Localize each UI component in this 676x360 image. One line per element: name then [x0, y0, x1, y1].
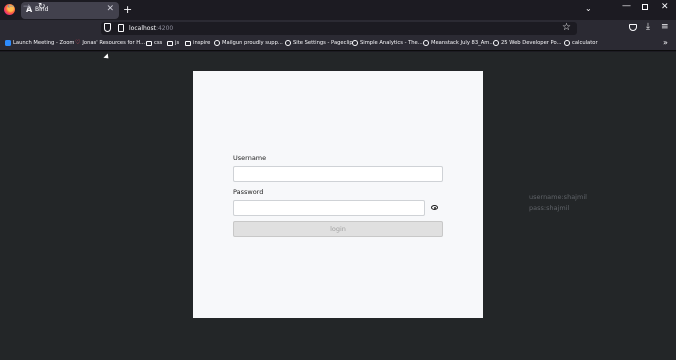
- chevrons-right-icon[interactable]: »: [663, 38, 668, 47]
- username-hint: username:shajmil: [529, 193, 587, 201]
- globe-icon: [564, 40, 570, 46]
- bookmark-folder[interactable]: css: [146, 40, 162, 46]
- bookmark-item[interactable]: Mailgun proudly supp...: [214, 40, 283, 46]
- bookmark-item[interactable]: 25 Web Developer Po...: [493, 40, 562, 46]
- password-hint: pass:shajmil: [529, 204, 570, 212]
- password-label: Password: [233, 188, 264, 196]
- back-icon[interactable]: ←: [7, 2, 15, 12]
- login-button[interactable]: login: [233, 221, 443, 237]
- window-close-icon[interactable]: ✕: [661, 2, 669, 12]
- bookmark-item[interactable]: Meanstack July 83_Am...: [423, 40, 494, 46]
- globe-icon: [214, 40, 220, 46]
- tab-bind[interactable]: A Bind ✕: [21, 2, 119, 19]
- bookmark-item[interactable]: Site Settings - Pageclip: [285, 40, 353, 46]
- bookmark-item[interactable]: ♡ Jonas' Resources for H...: [75, 39, 145, 47]
- bookmark-item[interactable]: calculator: [564, 40, 598, 46]
- username-input[interactable]: [233, 166, 443, 182]
- globe-icon: [493, 40, 499, 46]
- star-icon[interactable]: ☆: [562, 22, 571, 33]
- bookmark-folder[interactable]: inspire: [185, 40, 210, 46]
- folder-icon: [167, 40, 173, 46]
- login-card: Username Password login: [193, 71, 483, 318]
- zoom-icon: [5, 40, 11, 46]
- minimize-icon[interactable]: —: [622, 1, 631, 11]
- chevron-down-icon[interactable]: ⌄: [585, 4, 592, 13]
- password-input[interactable]: [233, 200, 425, 216]
- page-icon[interactable]: [118, 24, 124, 32]
- heart-icon: ♡: [75, 39, 81, 46]
- shield-icon[interactable]: [104, 23, 111, 32]
- bookmark-folder[interactable]: js: [167, 40, 179, 46]
- maximize-icon[interactable]: [642, 4, 648, 10]
- bookmark-item[interactable]: Launch Meeting - Zoom: [5, 40, 74, 46]
- download-icon[interactable]: ⤓: [646, 22, 650, 32]
- forward-icon[interactable]: →: [23, 2, 31, 12]
- globe-icon: [423, 40, 429, 46]
- folder-icon: [146, 40, 152, 46]
- username-label: Username: [233, 154, 267, 162]
- menu-icon[interactable]: ≡: [661, 22, 669, 32]
- close-icon[interactable]: ✕: [106, 4, 114, 14]
- new-tab-button[interactable]: +: [123, 3, 132, 16]
- reload-icon[interactable]: ↻: [38, 2, 46, 12]
- eye-icon[interactable]: [431, 205, 438, 210]
- bookmark-item[interactable]: Simple Analytics - The...: [352, 40, 423, 46]
- folder-icon: [185, 40, 191, 46]
- globe-icon: [285, 40, 291, 46]
- globe-icon: [352, 40, 358, 46]
- url-text[interactable]: localhost:4200: [129, 25, 173, 32]
